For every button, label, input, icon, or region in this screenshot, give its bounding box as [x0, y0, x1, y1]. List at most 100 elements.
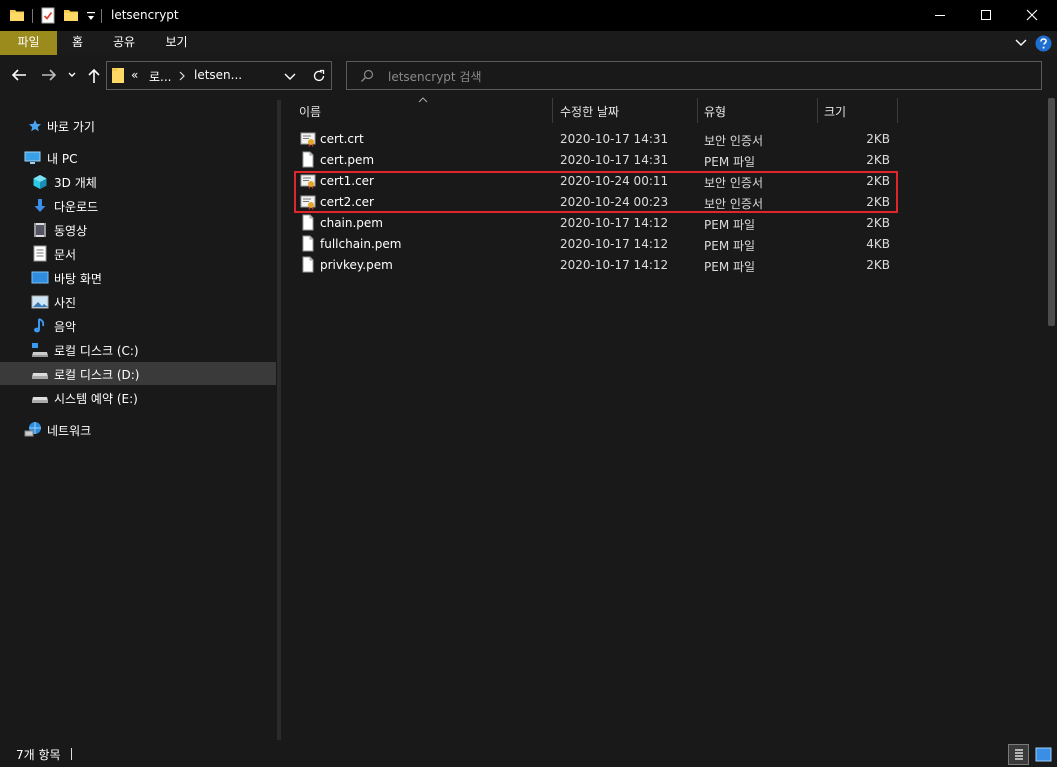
maximize-icon[interactable]: [963, 0, 1009, 31]
search-icon: [361, 69, 374, 82]
column-divider[interactable]: [552, 98, 553, 123]
music-icon: [34, 318, 45, 333]
column-header-name[interactable]: 이름: [299, 103, 321, 120]
file-modified: 2020-10-17 14:12: [560, 216, 669, 230]
sidebar-item-network[interactable]: 네트워크: [0, 418, 276, 441]
expand-ribbon-icon[interactable]: [1014, 37, 1028, 49]
status-divider: [71, 748, 72, 760]
folder-icon: [10, 10, 24, 21]
minimize-icon[interactable]: [917, 0, 963, 31]
file-modified: 2020-10-17 14:12: [560, 258, 669, 272]
file-row-chain-pem[interactable]: chain.pem 2020-10-17 14:12 PEM 파일 2KB: [292, 213, 898, 234]
quick-access-dropdown-icon[interactable]: [86, 10, 96, 22]
recent-locations-icon[interactable]: [67, 70, 77, 80]
file-type: PEM 파일: [704, 218, 756, 232]
file-modified: 2020-10-17 14:31: [560, 132, 669, 146]
sidebar-item-label: 로컬 디스크 (D:): [54, 368, 140, 382]
download-icon: [34, 199, 46, 212]
sidebar-item-label: 내 PC: [47, 152, 78, 166]
large-icons-view-icon: [1035, 747, 1052, 762]
sidebar-item-label: 네트워크: [47, 424, 92, 438]
sidebar-item-downloads[interactable]: 다운로드: [0, 194, 276, 217]
column-divider[interactable]: [897, 98, 898, 123]
details-view-button[interactable]: [1008, 744, 1029, 765]
tab-home[interactable]: 홈: [57, 31, 98, 55]
file-type: 보안 인증서: [704, 134, 764, 148]
file-row-cert-crt[interactable]: cert.crt 2020-10-17 14:31 보안 인증서 2KB: [292, 129, 898, 150]
details-view-icon: [1015, 749, 1023, 760]
sidebar-item-this-pc[interactable]: 내 PC: [0, 146, 276, 169]
back-arrow-icon[interactable]: [10, 67, 28, 83]
sidebar-item-videos[interactable]: 동영상: [0, 218, 276, 241]
sidebar-scrollbar-thumb[interactable]: [277, 100, 281, 740]
sidebar-item-label: 시스템 예약 (E:): [54, 392, 138, 406]
network-icon: [24, 422, 41, 437]
sidebar-item-drive-e[interactable]: 시스템 예약 (E:): [0, 386, 276, 409]
window-title: letsencrypt: [111, 8, 179, 22]
help-icon[interactable]: [1035, 35, 1052, 52]
column-divider[interactable]: [697, 98, 698, 123]
sidebar-item-label: 사진: [54, 296, 77, 310]
breadcrumb-current[interactable]: letsen...: [194, 68, 242, 82]
file-modified: 2020-10-17 14:12: [560, 237, 669, 251]
tab-file[interactable]: 파일: [0, 31, 57, 55]
file-row-fullchain-pem[interactable]: fullchain.pem 2020-10-17 14:12 PEM 파일 4K…: [292, 234, 898, 255]
large-icons-view-button[interactable]: [1033, 744, 1054, 765]
properties-icon[interactable]: [40, 7, 56, 24]
refresh-icon[interactable]: [312, 69, 326, 83]
video-icon: [34, 223, 46, 237]
sidebar-item-label: 바탕 화면: [54, 272, 102, 286]
column-divider[interactable]: [817, 98, 818, 123]
close-icon[interactable]: [1009, 0, 1055, 31]
folder-icon: [112, 68, 124, 83]
file-row-privkey-pem[interactable]: privkey.pem 2020-10-17 14:12 PEM 파일 2KB: [292, 255, 898, 276]
breadcrumb-overflow[interactable]: «: [131, 68, 138, 82]
drive-icon: [32, 373, 48, 379]
file-name: cert.crt: [320, 132, 364, 146]
system-drive-icon: [32, 343, 48, 357]
file-size: 2KB: [866, 153, 890, 167]
sidebar-item-quick-access[interactable]: 바로 가기: [0, 114, 276, 137]
address-dropdown-icon[interactable]: [284, 71, 296, 81]
file-row-cert-pem[interactable]: cert.pem 2020-10-17 14:31 PEM 파일 2KB: [292, 150, 898, 171]
highlight-box: [294, 171, 898, 213]
sort-ascending-icon: [418, 97, 428, 103]
file-name: chain.pem: [320, 216, 383, 230]
file-size: 2KB: [866, 216, 890, 230]
sidebar-item-music[interactable]: 음악: [0, 314, 276, 337]
sidebar-item-documents[interactable]: 문서: [0, 242, 276, 265]
column-header-size[interactable]: 크기: [824, 103, 846, 120]
file-name: privkey.pem: [320, 258, 393, 272]
tab-view[interactable]: 보기: [151, 31, 202, 55]
breadcrumb-chevron-icon[interactable]: [178, 71, 186, 81]
search-input[interactable]: letsencrypt 검색: [388, 68, 482, 85]
breadcrumb-drive[interactable]: 로...: [149, 68, 171, 85]
sidebar-item-3d-objects[interactable]: 3D 개체: [0, 170, 276, 193]
column-header-modified[interactable]: 수정한 날짜: [560, 103, 619, 120]
forward-arrow-icon[interactable]: [40, 67, 58, 83]
pc-icon: [24, 151, 41, 164]
file-icon: [302, 214, 314, 231]
drive-icon: [32, 397, 48, 403]
file-name: cert.pem: [320, 153, 375, 167]
sidebar-item-label: 동영상: [54, 224, 88, 238]
desktop-icon: [31, 271, 49, 284]
file-list-scrollbar-thumb[interactable]: [1048, 98, 1055, 326]
up-arrow-icon[interactable]: [86, 67, 102, 84]
sidebar-item-label: 다운로드: [54, 200, 99, 214]
picture-icon: [31, 295, 49, 309]
new-folder-icon[interactable]: [63, 7, 79, 23]
sidebar-item-drive-d[interactable]: 로컬 디스크 (D:): [0, 362, 276, 385]
file-size: 2KB: [866, 132, 890, 146]
sidebar-item-drive-c[interactable]: 로컬 디스크 (C:): [0, 338, 276, 361]
sidebar-item-desktop[interactable]: 바탕 화면: [0, 266, 276, 289]
sidebar-item-label: 문서: [54, 248, 77, 262]
status-bar: [0, 742, 1057, 767]
file-type: PEM 파일: [704, 260, 756, 274]
sidebar-item-pictures[interactable]: 사진: [0, 290, 276, 313]
column-header-type[interactable]: 유형: [704, 103, 726, 120]
tab-share[interactable]: 공유: [100, 31, 148, 55]
certificate-icon: [300, 132, 316, 147]
file-icon: [302, 256, 314, 273]
file-size: 2KB: [866, 258, 890, 272]
